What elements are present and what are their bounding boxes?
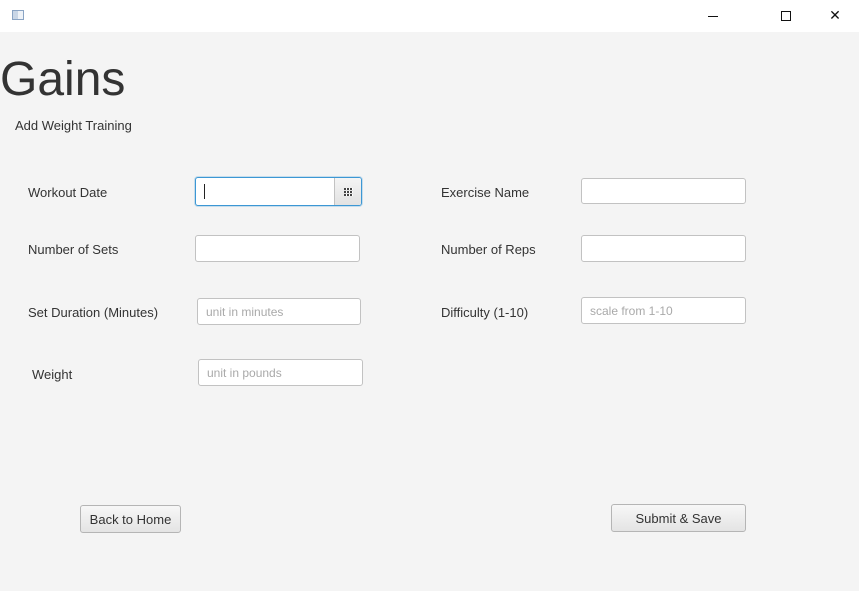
title-bar: ✕ (0, 0, 859, 32)
weight-field[interactable] (198, 359, 363, 386)
number-of-sets-field[interactable] (195, 235, 360, 262)
set-duration-label: Set Duration (Minutes) (28, 305, 159, 320)
set-duration-field[interactable] (197, 298, 361, 325)
maximize-icon (781, 11, 791, 21)
number-of-reps-field[interactable] (581, 235, 746, 262)
minimize-icon (708, 15, 718, 17)
app-icon (12, 10, 24, 20)
maximize-button[interactable] (763, 0, 809, 32)
number-of-reps-label: Number of Reps (441, 242, 536, 257)
app-title: Gains (0, 53, 126, 106)
difficulty-field[interactable] (581, 297, 746, 324)
workout-date-picker[interactable] (195, 177, 362, 206)
close-button[interactable]: ✕ (812, 0, 858, 32)
app-window: ✕ Gains Add Weight Training Workout Date… (0, 0, 859, 591)
date-picker-button[interactable] (334, 178, 361, 205)
difficulty-label: Difficulty (1-10) (441, 305, 529, 320)
exercise-name-label: Exercise Name (441, 185, 530, 200)
calendar-icon (343, 187, 353, 196)
exercise-name-field[interactable] (581, 178, 746, 204)
workout-date-label: Workout Date (28, 185, 108, 200)
number-of-sets-label: Number of Sets (28, 242, 119, 257)
close-icon: ✕ (829, 8, 841, 24)
workout-date-input[interactable] (196, 178, 334, 205)
text-caret (204, 184, 205, 199)
submit-save-button[interactable]: Submit & Save (611, 504, 746, 532)
page-subtitle: Add Weight Training (15, 118, 132, 133)
weight-label: Weight (32, 367, 73, 382)
back-to-home-button[interactable]: Back to Home (80, 505, 181, 533)
minimize-button[interactable] (690, 0, 736, 32)
